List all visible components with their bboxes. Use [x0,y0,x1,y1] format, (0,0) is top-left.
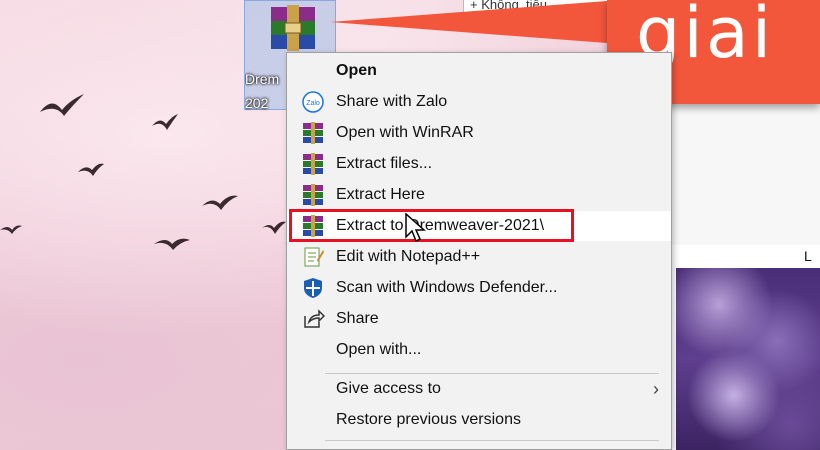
notepad-plus-plus-icon [304,247,324,267]
menu-item-label: Extract Here [336,186,425,203]
menu-item-label: Extract files... [336,155,433,172]
menu-item-label: Restore previous versions [336,411,521,428]
winrar-icon [303,184,323,206]
menu-item-scan-defender[interactable]: Scan with Windows Defender... [287,273,671,303]
bird-silhouette [0,225,22,234]
bird-silhouette [78,163,104,176]
menu-item-label: Open with WinRAR [336,124,474,141]
share-icon [304,309,325,328]
shield-icon [304,278,322,298]
winrar-icon [303,122,323,144]
banner-pointer [330,0,620,44]
winrar-archive-icon [271,5,315,51]
menu-item-label: Share [336,310,379,327]
bird-silhouette [40,94,84,116]
column-label: L [804,248,812,264]
menu-item-extract-here[interactable]: Extract Here [287,180,671,210]
bird-silhouette [202,195,238,210]
zalo-icon: Zalo [302,91,324,113]
bird-silhouette [262,221,286,234]
menu-item-give-access[interactable]: Give access to › [287,374,671,404]
menu-item-extract-files[interactable]: Extract files... [287,149,671,179]
bird-silhouette [152,114,178,130]
menu-item-label: Share with Zalo [336,93,448,110]
menu-item-label: Scan with Windows Defender... [336,279,558,296]
bird-silhouette [154,238,190,250]
thumbnail-image[interactable] [676,268,820,450]
menu-item-open-with[interactable]: Open with... [287,335,671,365]
menu-item-open[interactable]: Open [287,56,671,86]
winrar-icon [303,153,323,175]
menu-item-label: Open with... [336,341,422,358]
menu-item-restore-versions[interactable]: Restore previous versions [287,405,671,435]
highlight-box [289,209,574,242]
menu-item-edit-notepad[interactable]: Edit with Notepad++ [287,242,671,272]
mouse-cursor-icon [405,213,426,243]
svg-text:Zalo: Zalo [306,100,320,107]
chevron-right-icon: › [653,379,659,399]
menu-item-open-winrar[interactable]: Open with WinRAR [287,118,671,148]
menu-item-share-zalo[interactable]: Zalo Share with Zalo [287,87,671,117]
menu-item-label: Give access to [336,380,441,397]
menu-item-label: Edit with Notepad++ [336,248,481,265]
context-menu: Open Zalo Share with Zalo Open with WinR… [286,52,672,450]
menu-item-label: Open [336,62,377,79]
menu-item-share[interactable]: Share [287,304,671,334]
menu-separator [325,440,659,441]
